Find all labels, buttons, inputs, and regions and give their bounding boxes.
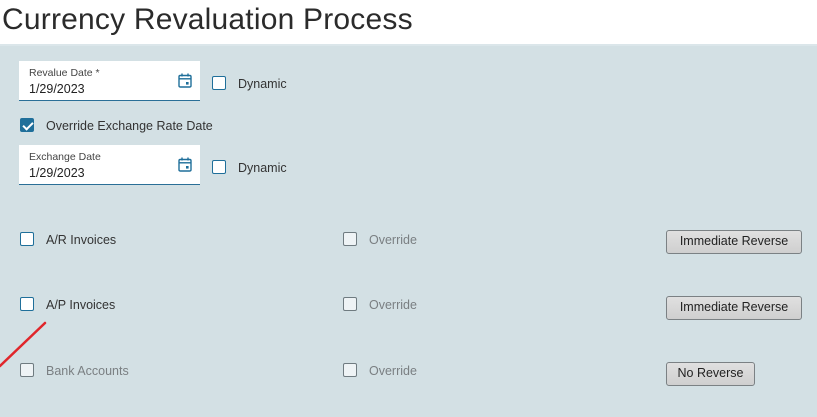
ap-immediate-reverse-button[interactable]: Immediate Reverse	[666, 296, 802, 320]
override-exchange-rate-checkbox[interactable]	[20, 118, 34, 132]
ar-override-checkbox[interactable]	[343, 232, 357, 246]
exchange-date-label: Exchange Date	[29, 151, 101, 163]
calendar-icon[interactable]	[178, 157, 192, 172]
ar-invoices-checkbox[interactable]	[20, 232, 34, 246]
override-exchange-rate-label: Override Exchange Rate Date	[46, 119, 213, 133]
ar-override-label: Override	[369, 233, 417, 247]
ap-invoices-checkbox[interactable]	[20, 297, 34, 311]
ap-override-checkbox[interactable]	[343, 297, 357, 311]
exchange-dynamic-label: Dynamic	[238, 161, 287, 175]
ar-invoices-label: A/R Invoices	[46, 233, 117, 247]
revalue-date-label: Revalue Date *	[29, 67, 100, 79]
annotation-stroke	[0, 321, 47, 368]
revalue-date-value[interactable]: 1/29/2023	[29, 82, 85, 96]
bank-override-checkbox[interactable]	[343, 363, 357, 377]
exchange-date-field[interactable]: Exchange Date 1/29/2023	[19, 145, 200, 185]
bank-no-reverse-button[interactable]: No Reverse	[666, 362, 755, 386]
exchange-date-value[interactable]: 1/29/2023	[29, 166, 85, 180]
revalue-date-field[interactable]: Revalue Date * 1/29/2023	[19, 61, 200, 101]
ar-immediate-reverse-button[interactable]: Immediate Reverse	[666, 230, 802, 254]
exchange-dynamic-checkbox[interactable]	[212, 160, 226, 174]
bank-override-label: Override	[369, 364, 417, 378]
ap-override-label: Override	[369, 298, 417, 312]
calendar-icon[interactable]	[178, 73, 192, 88]
page-title: Currency Revaluation Process	[2, 3, 413, 36]
revalue-dynamic-checkbox[interactable]	[212, 76, 226, 90]
ap-invoices-label: A/P Invoices	[46, 298, 116, 312]
revalue-dynamic-label: Dynamic	[238, 77, 287, 91]
